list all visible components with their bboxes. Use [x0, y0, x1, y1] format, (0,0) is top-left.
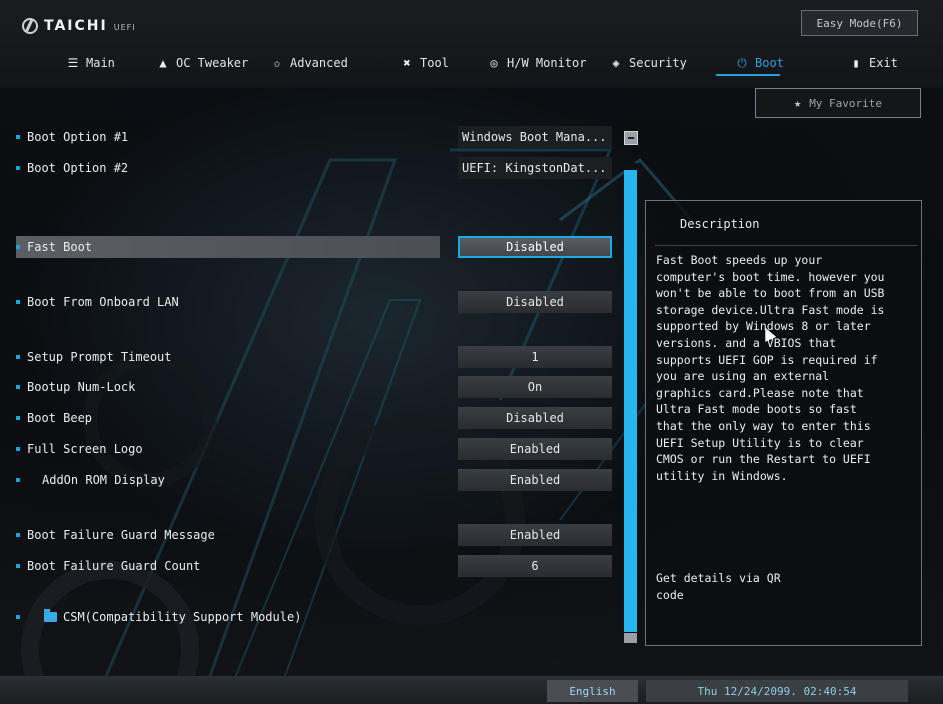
- tab-tool[interactable]: ✖ Tool: [400, 52, 449, 74]
- description-line: UEFI Setup Utility is to clear: [656, 435, 864, 450]
- description-line: storage device.Ultra Fast mode is: [656, 302, 885, 317]
- description-divider: [655, 245, 917, 246]
- addon-rom-display-value[interactable]: Enabled: [458, 469, 612, 491]
- tab-label: OC Tweaker: [176, 56, 249, 70]
- tab-boot[interactable]: ⏻ Boot: [735, 52, 784, 74]
- qr-line: code: [656, 588, 684, 602]
- main-tabs: ☰ Main ▲ OC Tweaker ✩ Advanced ✖ Tool ◎ …: [0, 52, 943, 76]
- boot-option-2-label[interactable]: Boot Option #2: [16, 157, 128, 179]
- language-button[interactable]: English: [547, 680, 638, 702]
- description-line: utility in Windows.: [656, 468, 788, 483]
- tab-hw-monitor[interactable]: ◎ H/W Monitor: [487, 52, 586, 74]
- power-icon: ⏻: [737, 55, 747, 70]
- bullet-icon: [16, 135, 20, 139]
- logo-subtext: UEFI: [113, 22, 136, 32]
- description-text: Fast Boot speeds up your computer's boot…: [656, 252, 914, 484]
- bios-screen: TAICHI UEFI Easy Mode(F6) ☰ Main ▲ OC Tw…: [0, 0, 943, 704]
- folder-icon: [44, 609, 57, 622]
- setting-bootup-num-lock[interactable]: Bootup Num-Lock: [16, 376, 135, 398]
- setting-full-screen-logo[interactable]: Full Screen Logo: [16, 438, 143, 460]
- setup-prompt-timeout-value[interactable]: 1: [458, 346, 612, 368]
- tab-oc-tweaker[interactable]: ▲ OC Tweaker: [156, 52, 248, 74]
- tab-main[interactable]: ☰ Main: [66, 52, 115, 74]
- logo: TAICHI UEFI: [22, 18, 136, 34]
- qr-line: Get details via QR: [656, 571, 781, 585]
- tab-security[interactable]: ◈ Security: [609, 52, 687, 74]
- bullet-icon: [16, 245, 20, 249]
- bullet-icon: [16, 478, 20, 482]
- datetime-display: Thu 12/24/2099. 02:40:54: [646, 680, 908, 702]
- tab-label: Security: [629, 56, 687, 70]
- boot-from-lan-value[interactable]: Disabled: [458, 291, 612, 313]
- description-line: graphics card.Please note that: [656, 385, 864, 400]
- tab-label: Advanced: [290, 56, 348, 70]
- bullet-icon: [16, 615, 20, 619]
- bullet-icon: [16, 416, 20, 420]
- wrench-icon: ✖: [403, 56, 411, 70]
- logo-text: TAICHI: [44, 18, 108, 34]
- setting-setup-prompt-timeout[interactable]: Setup Prompt Timeout: [16, 346, 172, 368]
- description-line: Fast Boot speeds up your: [656, 253, 823, 267]
- taichi-logo-icon: [22, 18, 38, 34]
- description-title: Description: [680, 217, 760, 231]
- star-icon: ✩: [273, 56, 281, 70]
- boot-option-1-label[interactable]: Boot Option #1: [16, 126, 128, 148]
- scrollbar-thumb[interactable]: [624, 170, 637, 632]
- setting-boot-failure-guard-message[interactable]: Boot Failure Guard Message: [16, 524, 215, 546]
- rocket-icon: ▲: [159, 56, 167, 70]
- boot-option-1-value[interactable]: Windows Boot Mana...: [458, 126, 612, 148]
- my-favorite-button[interactable]: ★ My Favorite: [755, 88, 921, 118]
- csm-submenu[interactable]: CSM(Compatibility Support Module): [16, 606, 301, 628]
- qr-details-text: Get details via QR code: [656, 570, 856, 604]
- tab-label: Boot: [755, 56, 784, 70]
- bullet-icon: [16, 564, 20, 568]
- setting-boot-beep[interactable]: Boot Beep: [16, 407, 92, 429]
- setting-fast-boot[interactable]: Fast Boot: [16, 236, 440, 258]
- tab-label: Exit: [869, 56, 898, 70]
- boot-failure-guard-message-value[interactable]: Enabled: [458, 524, 612, 546]
- setting-addon-rom-display[interactable]: AddOn ROM Display: [16, 469, 165, 491]
- scroll-down-icon[interactable]: [624, 633, 637, 643]
- description-line: that the only way to enter this: [656, 418, 871, 433]
- collapse-icon[interactable]: [624, 131, 638, 145]
- list-icon: ☰: [67, 56, 79, 70]
- description-line: supported by Windows 8 or later: [656, 319, 871, 334]
- tab-advanced[interactable]: ✩ Advanced: [270, 52, 348, 74]
- boot-beep-value[interactable]: Disabled: [458, 407, 612, 429]
- full-screen-logo-value[interactable]: Enabled: [458, 438, 612, 460]
- tab-label: H/W Monitor: [507, 56, 587, 70]
- description-line: supports UEFI GOP is required if: [656, 352, 878, 367]
- bullet-icon: [16, 533, 20, 537]
- monitor-icon: ◎: [490, 56, 498, 70]
- description-line: computer's boot time. however you: [656, 269, 885, 284]
- shield-icon: ◈: [612, 56, 620, 70]
- favorite-label: My Favorite: [809, 96, 883, 110]
- active-tab-indicator: [716, 74, 780, 76]
- boot-option-2-value[interactable]: UEFI: KingstonDat...: [458, 157, 612, 179]
- description-line: CMOS or run the Restart to UEFI: [656, 452, 871, 467]
- bullet-icon: [16, 385, 20, 389]
- description-line: Ultra Fast mode boots so fast: [656, 402, 857, 417]
- bootup-num-lock-value[interactable]: On: [458, 376, 612, 398]
- fast-boot-value[interactable]: Disabled: [458, 236, 612, 258]
- bullet-icon: [16, 166, 20, 170]
- setting-boot-from-lan[interactable]: Boot From Onboard LAN: [16, 291, 179, 313]
- tab-exit[interactable]: ▮ Exit: [849, 52, 898, 74]
- bullet-icon: [16, 300, 20, 304]
- boot-failure-guard-count-value[interactable]: 6: [458, 555, 612, 577]
- bullet-icon: [16, 447, 20, 451]
- star-icon: ★: [793, 96, 802, 110]
- tab-label: Main: [86, 56, 115, 70]
- setting-boot-failure-guard-count[interactable]: Boot Failure Guard Count: [16, 555, 200, 577]
- exit-door-icon: ▮: [852, 56, 860, 70]
- description-line: won't be able to boot from an USB: [656, 286, 885, 301]
- description-line: you are using an external: [656, 369, 830, 384]
- easy-mode-button[interactable]: Easy Mode(F6): [801, 10, 918, 36]
- tab-label: Tool: [420, 56, 449, 70]
- bullet-icon: [16, 355, 20, 359]
- description-line: versions. and a VBIOS that: [656, 335, 837, 350]
